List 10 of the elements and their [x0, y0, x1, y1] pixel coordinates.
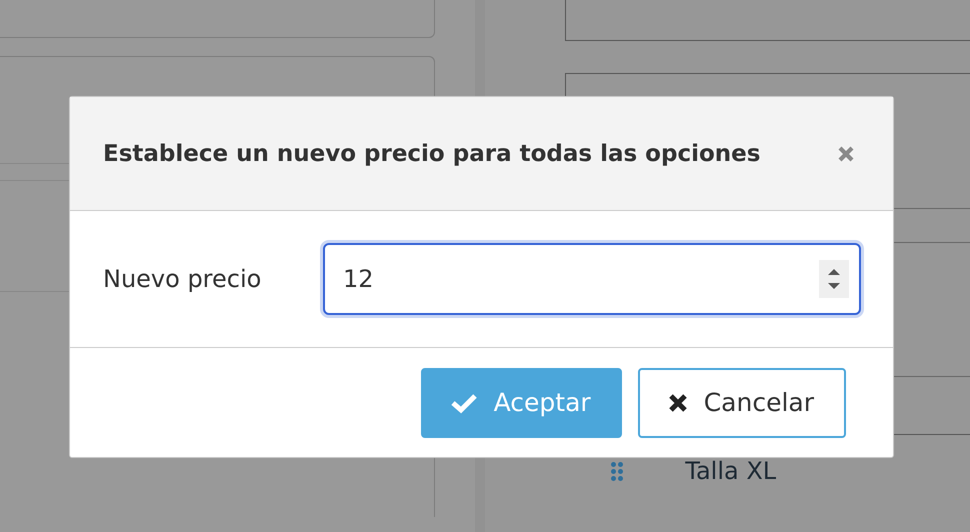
close-icon[interactable] — [837, 144, 855, 162]
check-icon — [450, 392, 478, 414]
dialog-button[interactable]: Cancelar — [638, 368, 846, 438]
drag-handle-icon[interactable] — [611, 462, 624, 480]
close-icon — [668, 392, 688, 412]
price-input[interactable]: 12 — [323, 243, 861, 315]
field-label: Nuevo precio — [103, 265, 262, 293]
spinner-control[interactable] — [819, 260, 849, 298]
option-label: Talla XL — [685, 457, 776, 485]
dialog-title: Establece un nuevo precio para todas las opciones — [103, 140, 760, 166]
